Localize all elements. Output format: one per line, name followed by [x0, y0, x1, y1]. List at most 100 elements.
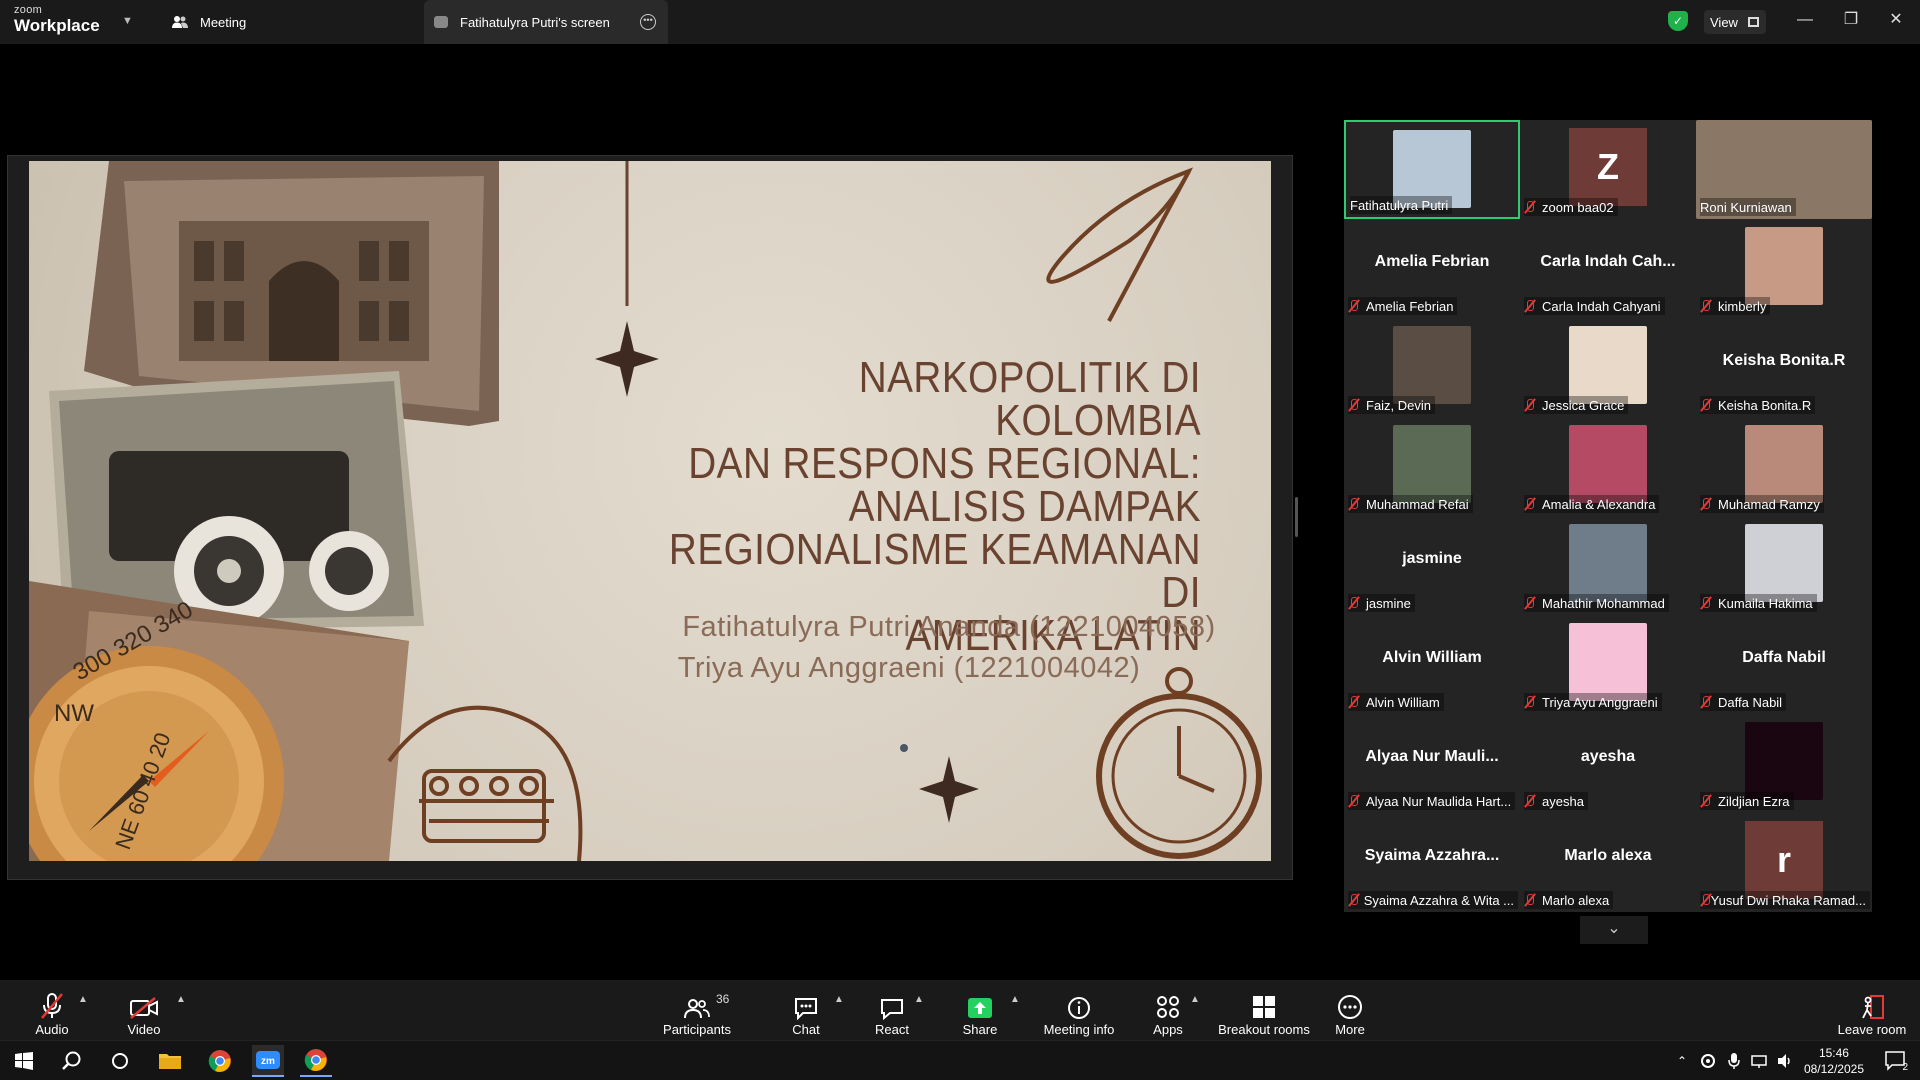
cortana-icon[interactable] [104, 1045, 136, 1077]
chevron-down-icon[interactable]: ▼ [122, 15, 133, 27]
apps-options-caret-icon[interactable]: ▲ [1190, 994, 1200, 1005]
volume-icon[interactable] [1774, 1045, 1796, 1077]
participant-tile[interactable]: Zildjian Ezra [1696, 714, 1872, 813]
video-button[interactable]: Video [114, 980, 174, 1040]
panel-resize-handle[interactable] [1295, 497, 1298, 537]
participant-name: Daffa Nabil [1718, 694, 1783, 710]
security-shield-icon[interactable]: ✓ [1668, 11, 1688, 31]
microphone-muted-icon [1348, 893, 1358, 907]
notification-count: 2 [1902, 1062, 1908, 1073]
participant-name: Alyaa Nur Maulida Hart... [1366, 793, 1512, 809]
participant-tile[interactable]: Mahathir Mohammad [1520, 516, 1696, 615]
participant-tile[interactable]: Jessica Grace [1520, 318, 1696, 417]
react-button[interactable]: React [862, 980, 922, 1040]
participant-name-label: Muhammad Refai [1348, 495, 1473, 513]
participant-name-label: Carla Indah Cahyani [1524, 297, 1665, 315]
participant-tile[interactable]: Amelia Febrian Amelia Febrian [1344, 219, 1520, 318]
participant-tile[interactable]: Carla Indah Cah... Carla Indah Cahyani [1520, 219, 1696, 318]
video-options-caret-icon[interactable]: ▲ [176, 994, 186, 1005]
microphone-muted-icon [1348, 497, 1360, 511]
participants-button[interactable]: Participants [654, 980, 740, 1040]
participant-tile[interactable]: Roni Kurniawan [1696, 120, 1872, 219]
chat-options-caret-icon[interactable]: ▲ [834, 994, 844, 1005]
participant-tile[interactable]: Marlo alexa Marlo alexa [1520, 813, 1696, 912]
participant-name: Alvin William [1366, 694, 1440, 710]
participant-name: Muhamad Ramzy [1718, 496, 1820, 512]
more-options-icon[interactable]: ••• [640, 14, 656, 30]
chrome-icon[interactable] [204, 1045, 236, 1077]
zoom-taskbar-icon[interactable]: zm [252, 1045, 284, 1077]
participant-tile[interactable]: Kumaila Hakima [1696, 516, 1872, 615]
participant-tile[interactable]: Zzoom baa02 [1520, 120, 1696, 219]
participant-tile[interactable]: Amalia & Alexandra [1520, 417, 1696, 516]
participant-tile[interactable]: Muhamad Ramzy [1696, 417, 1872, 516]
participant-tile[interactable]: ayesha ayesha [1520, 714, 1696, 813]
meeting-toolbar: Audio ▲ Video ▲ Participants 36 Chat ▲ R… [0, 980, 1920, 1040]
participant-name: Amalia & Alexandra [1542, 496, 1656, 512]
participant-tile[interactable]: Faiz, Devin [1344, 318, 1520, 417]
gallery-scroll-down-icon[interactable]: ⌄ [1580, 916, 1648, 944]
tab-meeting[interactable]: Meeting [170, 0, 418, 44]
participant-tile[interactable]: Triya Ayu Anggraeni [1520, 615, 1696, 714]
participant-tile[interactable]: jasmine jasmine [1344, 516, 1520, 615]
system-clock[interactable]: 15:46 08/12/2025 [1804, 1045, 1864, 1077]
participant-tile[interactable]: Alyaa Nur Mauli... Alyaa Nur Maulida Hart… [1344, 714, 1520, 813]
participant-video [1745, 425, 1823, 503]
microphone-muted-icon [1700, 794, 1712, 808]
windows-start-icon[interactable] [8, 1045, 40, 1077]
video-off-icon [114, 990, 174, 1020]
clock-date: 08/12/2025 [1803, 1062, 1864, 1076]
participant-tile[interactable]: Keisha Bonita.R Keisha Bonita.R [1696, 318, 1872, 417]
apps-button[interactable]: Apps [1138, 980, 1198, 1040]
participant-name: zoom baa02 [1542, 199, 1614, 215]
audio-options-caret-icon[interactable]: ▲ [78, 994, 88, 1005]
participant-tile[interactable]: Fatihatulyra Putri [1344, 120, 1520, 219]
microphone-muted-icon [1348, 596, 1360, 610]
microphone-muted-icon [1700, 596, 1712, 610]
location-icon[interactable] [1698, 1045, 1718, 1077]
share-label: Share [962, 1022, 998, 1037]
participant-name: Syaima Azzahra & Wita ... [1363, 892, 1514, 908]
zoom-workplace-logo[interactable]: zoom Workplace [14, 5, 100, 35]
participant-tile[interactable]: Muhammad Refai [1344, 417, 1520, 516]
participant-name-label: Muhamad Ramzy [1700, 495, 1824, 513]
audio-button[interactable]: Audio [22, 980, 82, 1040]
search-icon[interactable] [56, 1045, 88, 1077]
meeting-info-button[interactable]: Meeting info [1036, 980, 1122, 1040]
participant-tile[interactable]: Daffa Nabil Daffa Nabil [1696, 615, 1872, 714]
view-label: View [1710, 14, 1738, 30]
chat-button[interactable]: Chat [776, 980, 836, 1040]
breakout-rooms-button[interactable]: Breakout rooms [1212, 980, 1316, 1040]
leave-room-button[interactable]: Leave room [1834, 980, 1910, 1040]
more-ellipsis-icon [1320, 990, 1380, 1020]
apps-icon [1138, 990, 1198, 1020]
share-options-caret-icon[interactable]: ▲ [1010, 994, 1020, 1005]
view-button[interactable]: View [1704, 10, 1766, 34]
close-icon[interactable]: ✕ [1881, 8, 1911, 32]
microphone-muted-icon [1524, 299, 1536, 313]
tab-shared-screen[interactable]: Fatihatulyra Putri's screen ••• [424, 0, 668, 44]
react-options-caret-icon[interactable]: ▲ [914, 994, 924, 1005]
more-button[interactable]: More [1320, 980, 1380, 1040]
participant-name-label: kimberly [1700, 297, 1771, 315]
chrome-active-icon[interactable] [300, 1045, 332, 1077]
tray-expand-icon[interactable]: ⌃ [1672, 1045, 1692, 1077]
participant-tile[interactable]: Syaima Azzahra... Syaima Azzahra & Wita .… [1344, 813, 1520, 912]
participant-tile[interactable]: r Yusuf Dwi Rhaka Ramad... [1696, 813, 1872, 912]
minimize-icon[interactable]: — [1790, 8, 1820, 32]
participant-name: Mahathir Mohammad [1542, 595, 1665, 611]
notification-center-icon[interactable]: 2 [1884, 1049, 1908, 1073]
participants-count: 36 [716, 992, 730, 1006]
participant-name-label: Daffa Nabil [1700, 693, 1787, 711]
participant-name-label: Zildjian Ezra [1700, 792, 1794, 810]
network-icon[interactable] [1748, 1045, 1770, 1077]
microphone-tray-icon[interactable] [1724, 1045, 1744, 1077]
share-button[interactable]: Share [950, 980, 1010, 1040]
title-bar: zoom Workplace ▼ Meeting Fatihatulyra Pu… [0, 0, 1920, 44]
file-explorer-icon[interactable] [154, 1045, 186, 1077]
participant-tile[interactable]: kimberly [1696, 219, 1872, 318]
participant-tile[interactable]: Alvin William Alvin William [1344, 615, 1520, 714]
restore-icon[interactable]: ❐ [1836, 8, 1866, 32]
participant-name: Jessica Grace [1542, 397, 1625, 413]
leave-room-label: Leave room [1837, 1022, 1907, 1037]
